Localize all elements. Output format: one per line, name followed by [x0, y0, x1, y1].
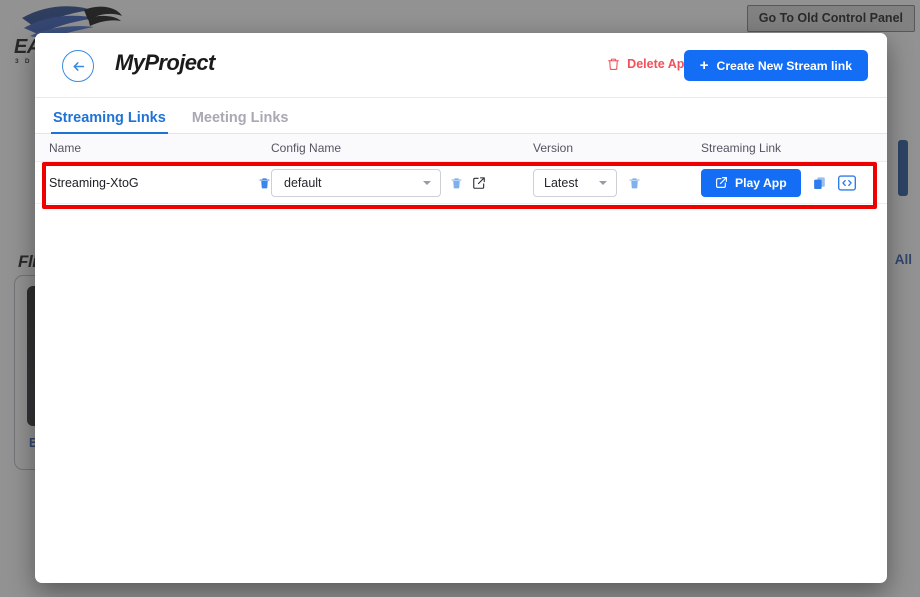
config-name-select[interactable]: default: [271, 169, 441, 197]
plus-icon: +: [700, 58, 709, 73]
cell-config-name: default: [271, 169, 533, 197]
version-value: Latest: [544, 176, 578, 190]
arrow-left-icon: [70, 58, 87, 75]
play-app-label: Play App: [735, 176, 787, 190]
external-link-icon: [715, 176, 728, 189]
config-name-value: default: [284, 176, 322, 190]
edit-config-button[interactable]: [472, 176, 486, 190]
modal-tabs: Streaming Links Meeting Links: [35, 98, 887, 134]
chevron-down-icon: [423, 181, 431, 185]
table-row: Streaming-XtoG default: [35, 162, 887, 204]
trash-icon: [628, 176, 641, 190]
version-select[interactable]: Latest: [533, 169, 617, 197]
streaming-links-modal: MyProject Delete App + Create New Stream…: [35, 33, 887, 583]
code-embed-icon: [838, 175, 856, 191]
table-header-row: Name Config Name Version Streaming Link: [35, 134, 887, 162]
delete-version-button[interactable]: [628, 176, 641, 190]
column-header-version: Version: [533, 141, 701, 155]
trash-icon: [450, 176, 463, 190]
chevron-down-icon: [599, 181, 607, 185]
copy-link-button[interactable]: [812, 175, 827, 191]
page-title: MyProject: [115, 50, 215, 76]
delete-app-button[interactable]: Delete App: [607, 57, 692, 71]
cell-name: Streaming-XtoG: [35, 176, 271, 190]
stream-name-label: Streaming-XtoG: [49, 176, 258, 190]
delete-config-button[interactable]: [450, 176, 463, 190]
tab-meeting-links[interactable]: Meeting Links: [190, 110, 291, 133]
edit-square-icon: [472, 176, 486, 190]
column-header-config-name: Config Name: [271, 141, 533, 155]
cell-version: Latest: [533, 169, 701, 197]
modal-header: MyProject Delete App + Create New Stream…: [35, 33, 887, 98]
back-button[interactable]: [62, 50, 94, 82]
trash-icon: [258, 176, 271, 190]
create-new-stream-link-button[interactable]: + Create New Stream link: [684, 50, 868, 81]
copy-icon: [812, 175, 827, 191]
embed-code-button[interactable]: [838, 175, 856, 191]
play-app-button[interactable]: Play App: [701, 169, 801, 197]
cell-streaming-link: Play App: [701, 169, 887, 197]
column-header-name: Name: [35, 141, 271, 155]
trash-icon: [607, 57, 620, 71]
delete-stream-button[interactable]: [258, 176, 271, 190]
column-header-streaming-link: Streaming Link: [701, 141, 887, 155]
tab-streaming-links[interactable]: Streaming Links: [51, 110, 168, 133]
create-new-stream-link-label: Create New Stream link: [717, 59, 852, 73]
delete-app-label: Delete App: [627, 57, 692, 71]
